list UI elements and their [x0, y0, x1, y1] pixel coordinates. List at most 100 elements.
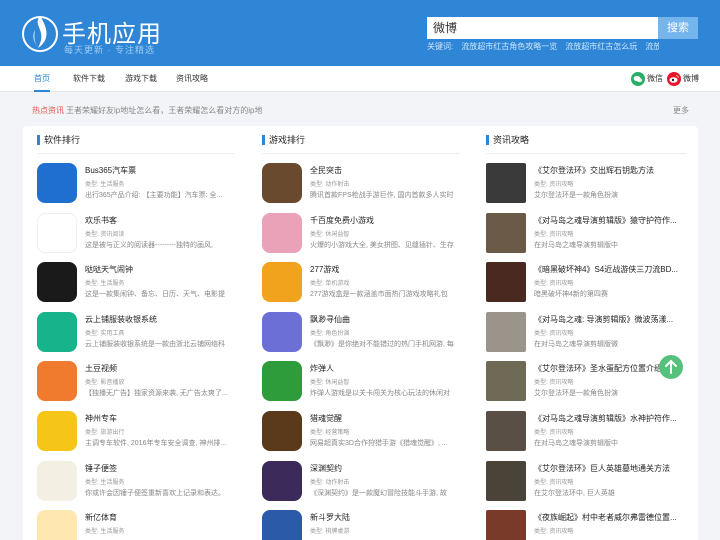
item-title[interactable]: 飘渺寻仙曲	[310, 314, 458, 325]
item-description: 《飘渺》是你绝对不能错过的热门手机网游, 每	[310, 340, 454, 348]
item-title[interactable]: 猎魂觉醒	[310, 413, 458, 424]
article-thumb-icon[interactable]	[486, 460, 526, 501]
list-item[interactable]: 猎魂觉醒 类型: 经营策略 网易超真实3D合作狩猎手游《猎魂觉醒》, ...	[262, 411, 460, 453]
more-link[interactable]: 更多	[673, 105, 689, 116]
share-weibo-label: 微博	[683, 74, 699, 83]
nav-games[interactable]: 游戏下载	[125, 66, 157, 92]
list-item[interactable]: 深渊契约 类型: 动作射击 《深渊契约》是一款魔幻冒险技能斗手游, 故	[262, 460, 460, 503]
tudou-app-icon[interactable]	[37, 361, 77, 402]
item-title[interactable]: 《暗黑破坏神4》S4近战游侠三刀流BD...	[534, 264, 684, 275]
list-item[interactable]: 哒哒天气闹钟 类型: 生活服务 这是一款集闹钟、备忘、日历、天气、电影提	[37, 262, 235, 304]
article-thumb-icon[interactable]	[486, 311, 526, 352]
nav-software[interactable]: 软件下载	[73, 66, 105, 92]
item-title[interactable]: 神州专车	[85, 413, 233, 424]
list-item[interactable]: 锤子便签 类型: 生活服务 你或许会因锤子便签重新喜欢上记录和表达。	[37, 460, 235, 503]
list-item[interactable]: Bus365汽车票 类型: 生活服务 出行365产品介绍: 【主要功能】汽车票: 全…	[37, 163, 235, 205]
item-description: 腾讯首款FPS枪战手游巨作, 国内首款多人实时	[310, 192, 454, 199]
search-input[interactable]: 微博	[427, 17, 658, 39]
item-description: 在对马岛之魂导演剪辑版中	[534, 440, 618, 447]
car-app-icon[interactable]	[37, 411, 77, 451]
item-title[interactable]: 锤子便签	[85, 463, 233, 474]
cloud-shop-app-icon[interactable]	[37, 311, 77, 352]
arrow-up-icon	[665, 359, 677, 374]
article-thumb-icon[interactable]	[486, 411, 526, 451]
list-item[interactable]: 277游戏 类型: 单机游戏 277游戏盒是一款涵盖市面热门游戏攻略礼包	[262, 262, 460, 304]
list-item[interactable]: 《艾尔登法环》圣水蛋配方位置介绍 类型: 资讯攻略 艾尔登法环是一款角色扮演	[486, 361, 686, 403]
item-description: 艾尔登法环是一款角色扮演	[534, 390, 618, 398]
sports-app-icon[interactable]	[37, 510, 77, 540]
wechat-icon	[631, 72, 645, 86]
keyword-link[interactable]: 流放超市...	[645, 42, 659, 51]
list-item[interactable]: 《暗黑破坏神4》S4近战游侠三刀流BD... 类型: 资讯攻略 暗黑破坏神4新的第四…	[486, 262, 686, 304]
list-item[interactable]: 《艾尔登法环》巨人英雄墓地通关方法 类型: 资讯攻略 在艾尔登法环中, 巨人英雄	[486, 460, 686, 503]
list-item[interactable]: 《对马岛之魂导演剪辑版》猿守护符作... 类型: 资讯攻略 在对马岛之魂导演剪辑版中	[486, 212, 686, 255]
glasses-app-icon[interactable]	[37, 212, 77, 253]
item-title[interactable]: 《对马岛之魂导演剪辑版》猿守护符作...	[534, 215, 684, 226]
dragon-game-icon[interactable]	[262, 411, 302, 451]
list-item[interactable]: 飘渺寻仙曲 类型: 角色扮演 《飘渺》是你绝对不能错过的热门手机网游, 每	[262, 311, 460, 354]
item-title[interactable]: Bus365汽车票	[85, 165, 233, 176]
column-title: 软件排行	[37, 134, 80, 146]
list-item[interactable]: 《对马岛之魂: 导演剪辑版》微波荡漾... 类型: 资讯攻略 在对马岛之魂导演剪辑版…	[486, 311, 686, 354]
item-title[interactable]: 《夜族崛起》村中老者威尔弗雷德位置...	[534, 512, 684, 523]
fairy-game-icon[interactable]	[262, 311, 302, 352]
item-title[interactable]: 新亿体育	[85, 512, 233, 523]
item-title[interactable]: 土豆视频	[85, 363, 233, 374]
item-title[interactable]: 哒哒天气闹钟	[85, 264, 233, 275]
item-title[interactable]: 云上铺服装收银系统	[85, 314, 233, 325]
list-item[interactable]: 千百度免费小游戏类型: 休闲益智火爆的小游戏大全, 美女拼图、见缝插针、生存	[262, 212, 460, 255]
list-item[interactable]: 炸弹人 类型: 休闲益智 炸弹人游戏是以关卡闯关为核心玩法的休闲对	[262, 361, 460, 403]
list-item[interactable]: 《对马岛之魂导演剪辑版》水神护符作... 类型: 资讯攻略 在对马岛之魂导演剪辑版中	[486, 411, 686, 453]
item-description: 火爆的小游戏大全, 美女拼图、见缝插针、生存	[310, 241, 454, 249]
back-to-top-button[interactable]	[659, 355, 683, 379]
list-item[interactable]: 欢乐书客 类型: 资讯阅读 这是被与正义的阅读器---------独特的画风,	[37, 212, 235, 255]
nav-articles[interactable]: 资讯攻略	[176, 66, 208, 92]
nav-home[interactable]: 首页	[34, 66, 50, 92]
item-type: 类型: 休闲益智	[310, 231, 350, 238]
flame-icon[interactable]	[22, 10, 58, 56]
item-title[interactable]: 《艾尔登法环》交出辉石钥匙方法	[534, 165, 684, 176]
list-item[interactable]: 云上铺服装收银系统 类型: 实用工具 云上铺服装收银系统是一款由浙北云铺网络科	[37, 311, 235, 354]
douluo-game-icon[interactable]	[262, 510, 302, 540]
item-description: 《深渊契约》是一款魔幻冒险技能斗手游, 故	[310, 489, 447, 497]
list-item[interactable]: 新斗罗大陆 类型: 棋牌桌游	[262, 510, 460, 540]
share-weibo[interactable]: 微博	[667, 72, 699, 86]
keyword-link[interactable]: 流放超市红古怎么玩	[565, 42, 637, 51]
article-thumb-icon[interactable]	[486, 510, 526, 540]
item-description: 炸弹人游戏是以关卡闯关为核心玩法的休闲对	[310, 390, 450, 398]
list-item[interactable]: 土豆视频 类型: 影音播放 【独播无广告】独家资源来袭, 无广告太爽了...	[37, 361, 235, 403]
article-thumb-icon[interactable]	[486, 163, 526, 203]
item-title[interactable]: 《对马岛之魂: 导演剪辑版》微波荡漾...	[534, 314, 684, 325]
item-type: 类型: 单机游戏	[310, 281, 350, 288]
article-thumb-icon[interactable]	[486, 212, 526, 253]
keyword-link[interactable]: 流放超市红古角色攻略一览	[461, 42, 557, 51]
list-item[interactable]: 全民突击 类型: 动作射击 腾讯首款FPS枪战手游巨作, 国内首款多人实时	[262, 163, 460, 205]
bomberman-game-icon[interactable]	[262, 361, 302, 402]
list-item[interactable]: 新亿体育 类型: 生活服务	[37, 510, 235, 540]
item-title[interactable]: 《艾尔登法环》巨人英雄墓地通关方法	[534, 463, 684, 474]
277-game-icon[interactable]	[262, 262, 302, 303]
item-title[interactable]: 千百度免费小游戏	[310, 215, 458, 226]
item-title[interactable]: 新斗罗大陆	[310, 512, 458, 523]
item-title[interactable]: 欢乐书客	[85, 215, 233, 226]
item-title[interactable]: 全民突击	[310, 165, 458, 176]
search-button[interactable]: 搜索	[658, 17, 698, 39]
item-type: 类型: 生活服务	[85, 479, 125, 486]
item-title[interactable]: 深渊契约	[310, 463, 458, 474]
item-title[interactable]: 炸弹人	[310, 363, 458, 374]
hot-headline[interactable]: 王者荣耀好友ip地址怎么看，王者荣耀怎么看对方的ip地	[66, 105, 262, 116]
warrior-game-icon[interactable]	[262, 460, 302, 501]
gamepad-game-icon[interactable]	[262, 212, 302, 253]
weather-clock-app-icon[interactable]	[37, 262, 77, 303]
item-title[interactable]: 《对马岛之魂导演剪辑版》水神护符作...	[534, 413, 684, 424]
bus-app-icon[interactable]	[37, 163, 77, 203]
item-title[interactable]: 277游戏	[310, 264, 458, 275]
list-item[interactable]: 《夜族崛起》村中老者威尔弗雷德位置... 类型: 资讯攻略	[486, 510, 686, 540]
notes-app-icon[interactable]	[37, 460, 77, 501]
list-item[interactable]: 神州专车 类型: 旅游出行 主调专车软件, 2016年专车安全调查, 神州排...	[37, 411, 235, 453]
soldier-game-icon[interactable]	[262, 163, 302, 203]
share-wechat[interactable]: 微信	[631, 72, 663, 86]
list-item[interactable]: 《艾尔登法环》交出辉石钥匙方法 类型: 资讯攻略 艾尔登法环是一款角色扮演	[486, 163, 686, 205]
article-thumb-icon[interactable]	[486, 361, 526, 402]
article-thumb-icon[interactable]	[486, 262, 526, 303]
